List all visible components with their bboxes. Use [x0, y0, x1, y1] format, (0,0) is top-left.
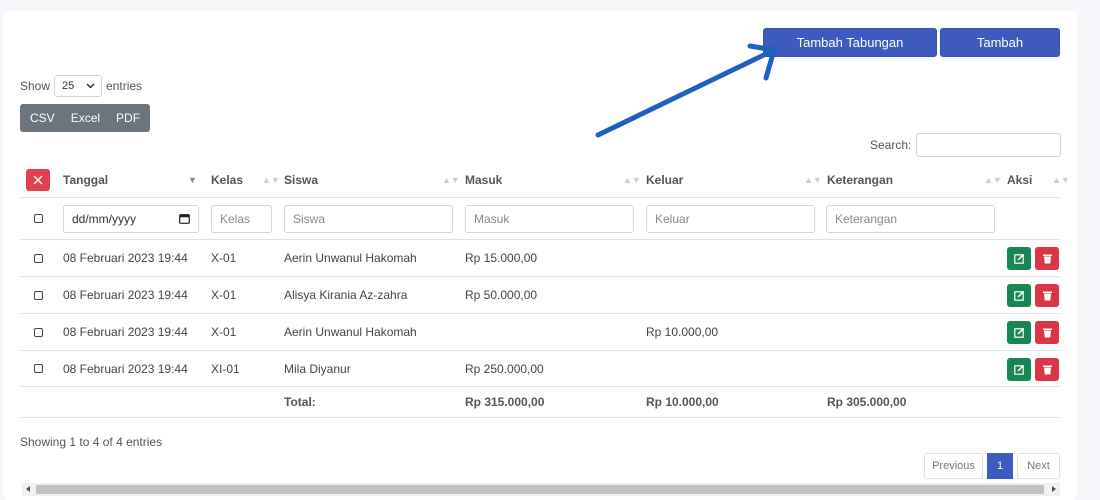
sort-icon: ▲▼ — [1052, 174, 1070, 185]
column-header-keterangan[interactable]: Keterangan — [827, 162, 893, 197]
edit-button[interactable] — [1007, 321, 1031, 344]
cell-masuk: Rp 50.000,00 — [465, 288, 538, 302]
cell-tanggal: 08 Februari 2023 19:44 — [63, 361, 188, 376]
chevron-down-icon — [86, 83, 95, 89]
table-row: 08 Februari 2023 19:44 X-01 Aerin Unwanu… — [20, 314, 1060, 351]
delete-button[interactable] — [1035, 321, 1059, 344]
keluar-filter-input[interactable]: Keluar — [646, 204, 815, 233]
column-header-masuk[interactable]: Masuk — [465, 162, 502, 197]
length-suffix: entries — [106, 79, 143, 93]
row-checkbox[interactable] — [34, 290, 43, 300]
edit-button[interactable] — [1007, 358, 1031, 381]
length-menu: Show 25 entries — [20, 75, 142, 97]
cell-tanggal: 08 Februari 2023 19:44 — [63, 288, 188, 302]
sort-icon: ▲▼ — [262, 174, 280, 185]
cell-siswa: Aerin Unwanul Hakomah — [284, 251, 417, 265]
date-filter-placeholder: dd/mm/yyyy — [72, 211, 137, 226]
scroll-left-icon[interactable] — [26, 486, 30, 492]
keterangan-filter-input[interactable]: Keterangan — [826, 204, 995, 233]
trash-icon — [1042, 254, 1052, 264]
bulk-delete-button[interactable] — [26, 168, 50, 191]
pagination-page-1[interactable]: 1 — [987, 453, 1013, 479]
cell-kelas: X-01 — [211, 251, 237, 265]
total-keluar: Rp 10.000,00 — [646, 395, 719, 409]
sort-icon: ▲▼ — [623, 174, 641, 185]
table-total-row: Total: Rp 315.000,00 Rp 10.000,00 Rp 305… — [20, 387, 1060, 418]
column-header-tanggal[interactable]: Tanggal — [63, 162, 108, 197]
search-input[interactable] — [916, 133, 1062, 157]
table-row: 08 Februari 2023 19:44 X-01 Alisya Kiran… — [20, 277, 1060, 314]
cell-masuk: Rp 250.000,00 — [465, 361, 544, 376]
edit-icon — [1013, 327, 1024, 338]
trash-icon — [1042, 365, 1052, 375]
total-label: Total: — [284, 395, 316, 409]
row-checkbox[interactable] — [34, 327, 43, 337]
table-row: 08 Februari 2023 19:44 X-01 Aerin Unwanu… — [20, 240, 1060, 277]
column-header-keluar[interactable]: Keluar — [646, 162, 683, 197]
delete-button[interactable] — [1035, 247, 1059, 270]
delete-button[interactable] — [1035, 358, 1059, 381]
horizontal-scrollbar[interactable] — [22, 483, 1060, 496]
date-filter-input[interactable]: dd/mm/yyyy — [63, 204, 199, 233]
cell-kelas: X-01 — [211, 288, 237, 302]
cell-tanggal: 08 Februari 2023 19:44 — [63, 325, 188, 339]
select-all-checkbox[interactable] — [34, 214, 43, 223]
cell-kelas: XI-01 — [211, 361, 240, 376]
table-row: 08 Februari 2023 19:44 XI-01 Mila Diyanu… — [20, 351, 1060, 387]
pagination-previous[interactable]: Previous — [924, 453, 983, 479]
entries-select-value: 25 — [62, 80, 75, 92]
cell-kelas: X-01 — [211, 325, 237, 339]
filter-row: dd/mm/yyyy Kelas Siswa Masuk Keluar Kete… — [20, 198, 1060, 240]
siswa-filter-input[interactable]: Siswa — [284, 204, 453, 233]
search-label: Search: — [870, 138, 912, 152]
sort-icon: ▲▼ — [804, 174, 822, 185]
sort-icon: ▲▼ — [442, 174, 460, 185]
edit-icon — [1013, 290, 1024, 301]
calendar-icon — [179, 214, 190, 224]
edit-button[interactable] — [1007, 284, 1031, 307]
scrollbar-thumb[interactable] — [36, 485, 1044, 494]
annotation-arrow — [595, 43, 777, 138]
edit-icon — [1013, 364, 1024, 375]
sort-desc-icon: ▼ — [188, 174, 197, 185]
column-header-kelas[interactable]: Kelas — [211, 162, 243, 197]
masuk-filter-input[interactable]: Masuk — [465, 204, 634, 233]
cell-masuk: Rp 15.000,00 — [465, 251, 538, 265]
trash-icon — [1042, 328, 1052, 338]
entries-select[interactable]: 25 — [54, 75, 103, 97]
table-header-row: Tanggal ▼ Kelas ▲▼ Siswa ▲▼ Masuk ▲▼ Kel… — [20, 162, 1070, 198]
add-savings-button[interactable]: Tambah Tabungan — [940, 28, 1060, 77]
column-header-aksi[interactable]: Aksi — [1007, 162, 1032, 197]
column-header-siswa[interactable]: Siswa — [284, 162, 318, 197]
export-button-group: CSV Excel PDF — [20, 104, 151, 132]
total-keterangan: Rp 305.000,00 — [827, 395, 907, 409]
export-excel-button[interactable]: Excel — [63, 104, 108, 132]
edit-icon — [1013, 253, 1024, 264]
sort-icon: ▲▼ — [984, 174, 1002, 185]
kelas-filter-input[interactable]: Kelas — [211, 204, 272, 233]
length-prefix: Show — [20, 79, 51, 93]
row-checkbox[interactable] — [34, 364, 43, 373]
trash-icon — [1042, 291, 1052, 301]
export-pdf-button[interactable]: PDF — [108, 104, 150, 132]
export-csv-button[interactable]: CSV — [20, 104, 63, 132]
total-masuk: Rp 315.000,00 — [465, 395, 545, 409]
close-icon — [33, 175, 43, 184]
cell-keluar: Rp 10.000,00 — [646, 325, 719, 339]
delete-button[interactable] — [1035, 284, 1059, 307]
cell-tanggal: 08 Februari 2023 19:44 — [63, 251, 188, 265]
pagination-next[interactable]: Next — [1017, 453, 1060, 479]
cell-siswa: Mila Diyanur — [284, 361, 351, 376]
row-checkbox[interactable] — [34, 253, 43, 263]
edit-button[interactable] — [1007, 247, 1031, 270]
table-info: Showing 1 to 4 of 4 entries — [20, 435, 163, 449]
cell-siswa: Alisya Kirania Az-zahra — [284, 288, 408, 302]
search-box: Search: — [870, 133, 1062, 157]
scroll-right-icon[interactable] — [1052, 486, 1056, 492]
cell-siswa: Aerin Unwanul Hakomah — [284, 325, 417, 339]
